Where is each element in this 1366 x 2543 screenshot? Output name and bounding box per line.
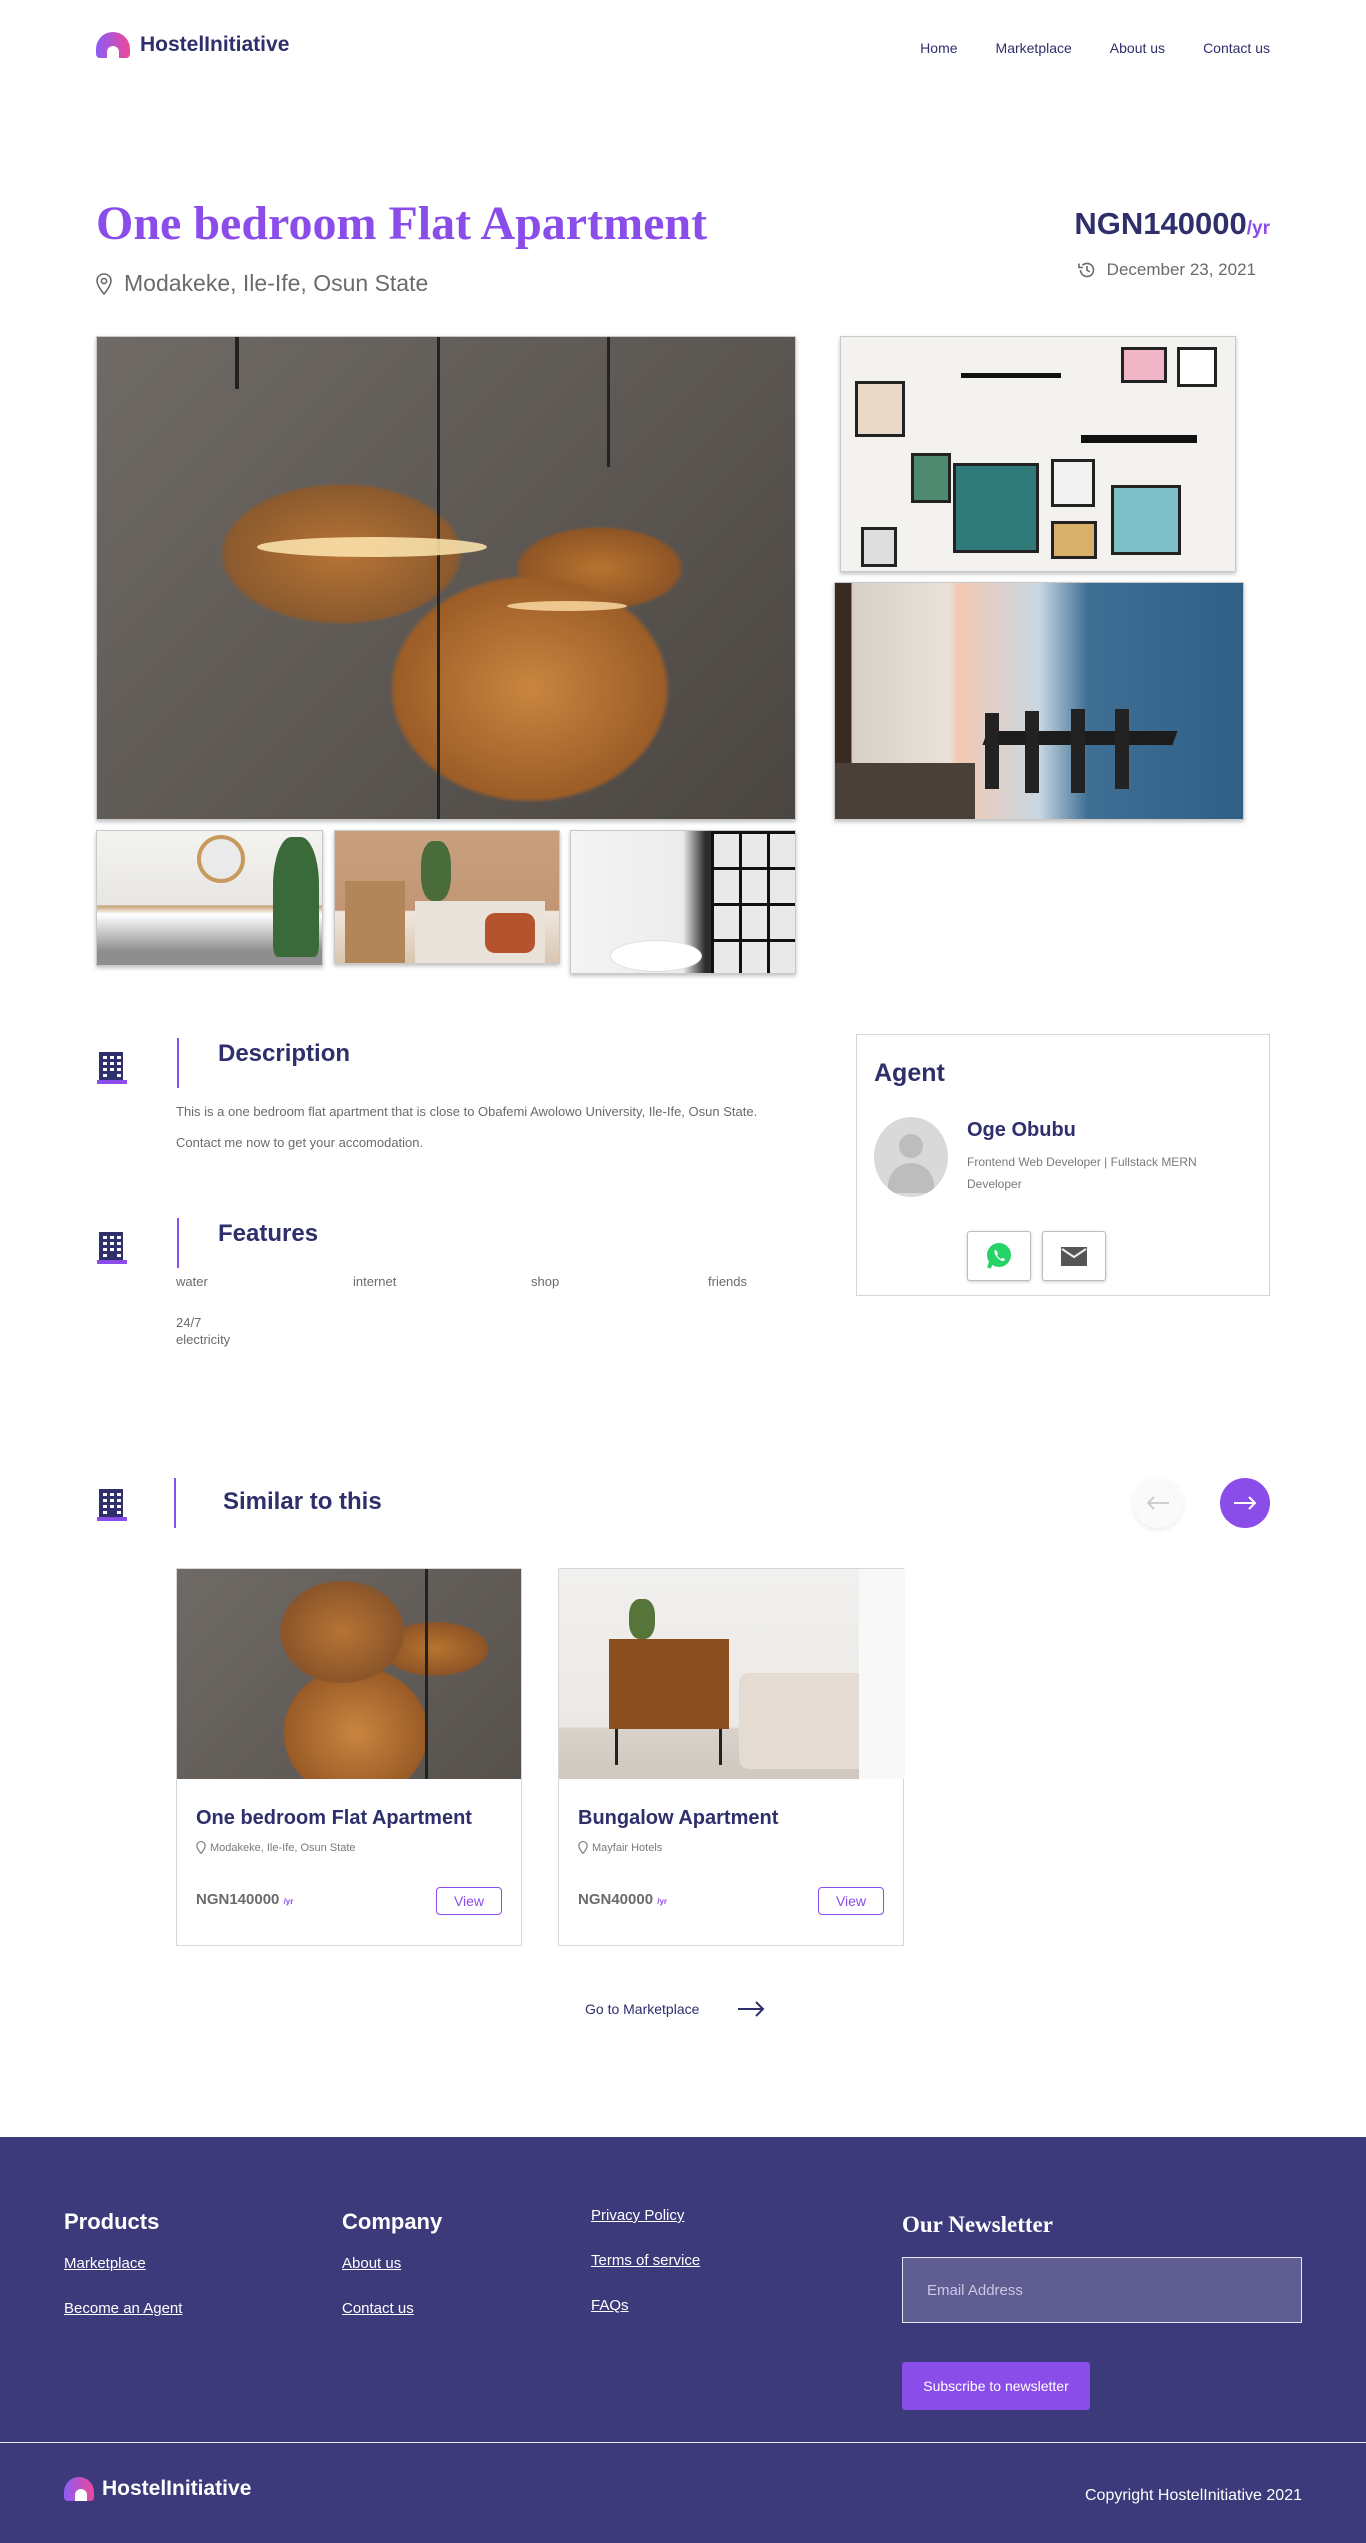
feature-item: friends bbox=[708, 1274, 748, 1289]
agent-heading: Agent bbox=[874, 1059, 945, 1087]
footer-link-faqs[interactable]: FAQs bbox=[591, 2297, 629, 2314]
footer-logo[interactable]: HostelInitiative bbox=[64, 2477, 251, 2501]
building-icon bbox=[97, 1489, 127, 1521]
card-photo bbox=[559, 1569, 905, 1779]
section-divider bbox=[174, 1478, 176, 1528]
card-price: NGN40000 /yr bbox=[578, 1891, 667, 1908]
listing-location: Modakeke, Ile-Ife, Osun State bbox=[96, 270, 428, 297]
footer-link-terms[interactable]: Terms of service bbox=[591, 2252, 700, 2269]
gallery-thumb-dining[interactable] bbox=[570, 830, 796, 974]
gallery-photo-dining[interactable] bbox=[834, 582, 1244, 820]
listing-title: One bedroom Flat Apartment bbox=[96, 197, 708, 250]
gallery-thumb-living[interactable] bbox=[334, 830, 560, 964]
price-unit: /yr bbox=[1246, 218, 1270, 239]
nav-contact[interactable]: Contact us bbox=[1203, 40, 1270, 56]
similar-card[interactable]: Bungalow Apartment Mayfair Hotels NGN400… bbox=[558, 1568, 905, 1946]
logo-icon bbox=[96, 32, 130, 58]
arrow-left-icon bbox=[1146, 1496, 1169, 1510]
card-location: Mayfair Hotels bbox=[578, 1841, 662, 1854]
brand-name: HostelInitiative bbox=[140, 33, 290, 56]
card-location: Modakeke, Ile-Ife, Osun State bbox=[196, 1841, 356, 1854]
newsletter-heading: Our Newsletter bbox=[902, 2212, 1053, 2237]
footer-link-privacy[interactable]: Privacy Policy bbox=[591, 2207, 684, 2224]
description-text: This is a one bedroom flat apartment tha… bbox=[176, 1104, 758, 1150]
date-text: December 23, 2021 bbox=[1106, 260, 1256, 279]
feature-item: internet bbox=[353, 1274, 397, 1289]
feature-item: 24/7 electricity bbox=[176, 1315, 231, 1347]
card-price-unit: /yr bbox=[283, 1897, 294, 1906]
location-pin-icon bbox=[196, 1841, 206, 1854]
price-value: NGN140000 bbox=[1074, 206, 1247, 241]
agent-card: Agent Oge Obubu Frontend Web Developer |… bbox=[856, 1034, 1270, 1296]
footer-divider bbox=[0, 2442, 1366, 2443]
main-photo[interactable] bbox=[96, 336, 796, 820]
mail-icon bbox=[1061, 1247, 1087, 1266]
copyright-text: Copyright HostelInitiative 2021 bbox=[1084, 2487, 1302, 2504]
section-divider bbox=[177, 1038, 179, 1088]
location-pin-icon bbox=[578, 1841, 588, 1854]
newsletter-email-input[interactable] bbox=[902, 2257, 1302, 2323]
footer-link-become-agent[interactable]: Become an Agent bbox=[64, 2300, 182, 2317]
card-price: NGN140000 /yr bbox=[196, 1891, 293, 1908]
card-price-unit: /yr bbox=[657, 1897, 668, 1906]
gallery-thumb-bedroom[interactable] bbox=[96, 830, 323, 966]
footer-link-marketplace[interactable]: Marketplace bbox=[64, 2255, 146, 2272]
similar-heading: Similar to this bbox=[223, 1488, 382, 1515]
brand-logo[interactable]: HostelInitiative bbox=[96, 32, 289, 58]
nav-marketplace[interactable]: Marketplace bbox=[996, 40, 1072, 56]
main-nav: Home Marketplace About us Contact us bbox=[882, 40, 1270, 56]
footer-link-about[interactable]: About us bbox=[342, 2255, 401, 2272]
next-button[interactable] bbox=[1220, 1478, 1270, 1528]
section-divider bbox=[177, 1218, 179, 1268]
goto-marketplace-label: Go to Marketplace bbox=[585, 2001, 700, 2017]
card-price-value: NGN40000 bbox=[578, 1891, 654, 1908]
gallery-photo-frames[interactable] bbox=[840, 336, 1236, 572]
features-heading: Features bbox=[218, 1220, 319, 1247]
footer: Products Marketplace Become an Agent Com… bbox=[0, 2137, 1366, 2543]
listing-price: NGN140000/yr bbox=[1074, 206, 1270, 242]
feature-item: shop bbox=[531, 1274, 560, 1289]
card-title: One bedroom Flat Apartment bbox=[196, 1807, 472, 1829]
footer-products-heading: Products bbox=[64, 2209, 160, 2234]
footer-brand-name: HostelInitiative bbox=[102, 2477, 252, 2500]
whatsapp-button[interactable] bbox=[967, 1231, 1031, 1281]
arrow-right-icon bbox=[1234, 1496, 1257, 1510]
view-button[interactable]: View bbox=[436, 1887, 502, 1915]
subscribe-button[interactable]: Subscribe to newsletter bbox=[902, 2362, 1090, 2410]
view-button[interactable]: View bbox=[818, 1887, 884, 1915]
prev-button[interactable] bbox=[1133, 1478, 1183, 1528]
card-photo bbox=[177, 1569, 521, 1779]
nav-home[interactable]: Home bbox=[920, 40, 957, 56]
agent-name: Oge Obubu bbox=[967, 1119, 1076, 1141]
footer-link-contact[interactable]: Contact us bbox=[342, 2300, 414, 2317]
email-button[interactable] bbox=[1042, 1231, 1106, 1281]
similar-card[interactable]: One bedroom Flat Apartment Modakeke, Ile… bbox=[176, 1568, 522, 1946]
history-icon bbox=[1077, 262, 1094, 278]
location-text: Modakeke, Ile-Ife, Osun State bbox=[124, 270, 429, 296]
nav-about[interactable]: About us bbox=[1110, 40, 1165, 56]
card-title: Bungalow Apartment bbox=[578, 1807, 779, 1829]
whatsapp-icon bbox=[987, 1243, 1011, 1269]
avatar bbox=[874, 1117, 948, 1197]
description-heading: Description bbox=[218, 1040, 351, 1067]
location-pin-icon bbox=[96, 272, 112, 295]
card-location-text: Mayfair Hotels bbox=[592, 1841, 663, 1854]
building-icon bbox=[97, 1232, 127, 1264]
goto-marketplace-link[interactable]: Go to Marketplace bbox=[585, 2000, 765, 2018]
agent-role: Frontend Web Developer | Fullstack MERN … bbox=[967, 1155, 1197, 1191]
logo-icon bbox=[64, 2477, 94, 2501]
feature-item: water bbox=[176, 1274, 208, 1289]
card-location-text: Modakeke, Ile-Ife, Osun State bbox=[210, 1841, 356, 1854]
card-price-value: NGN140000 bbox=[196, 1891, 280, 1908]
listing-date: December 23, 2021 bbox=[1077, 260, 1256, 280]
footer-company-heading: Company bbox=[342, 2209, 443, 2234]
arrow-right-icon bbox=[738, 2001, 765, 2017]
building-icon bbox=[97, 1052, 127, 1084]
